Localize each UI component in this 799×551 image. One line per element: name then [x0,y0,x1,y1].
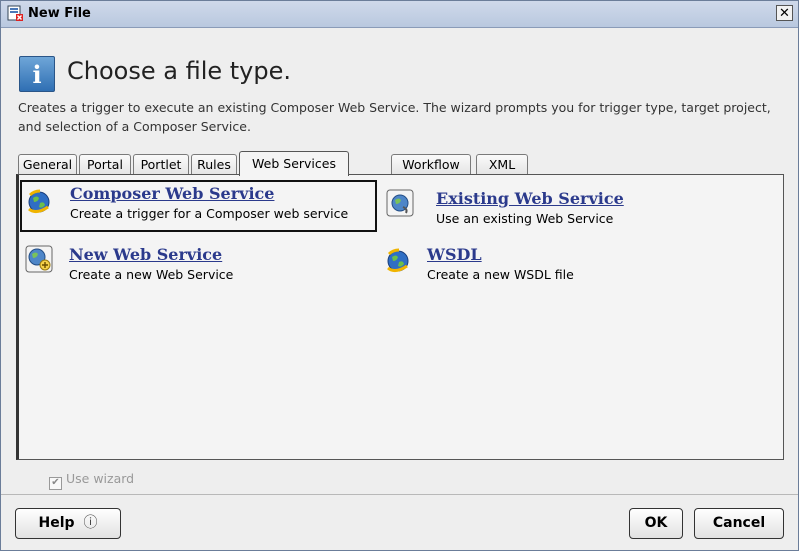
page-title: Choose a file type. [67,57,291,85]
composer-web-service-description: Create a trigger for a Composer web serv… [70,206,349,221]
existing-web-service-description: Use an existing Web Service [436,211,614,226]
new-file-dialog: New File ✕ i Choose a file type. Creates… [0,0,799,551]
use-wizard-label: Use wizard [66,471,135,486]
file-type-wsdl[interactable]: WSDL Create a new WSDL file [385,243,685,287]
wsdl-label: WSDL [427,245,482,264]
tab-general[interactable]: General [18,154,77,175]
tab-web-services[interactable]: Web Services [239,151,349,176]
file-type-new-web-service[interactable]: New Web Service Create a new Web Service [25,243,325,287]
composer-web-service-label: Composer Web Service [70,184,275,203]
title-bar[interactable]: New File ✕ [1,1,798,28]
window-title: New File [28,6,91,21]
wsdl-icon [387,248,409,273]
new-web-service-description: Create a new Web Service [69,267,234,282]
ok-button[interactable]: OK [629,508,683,539]
tab-portal[interactable]: Portal [79,154,131,175]
footer-divider [1,494,798,495]
tab-portlet[interactable]: Portlet [133,154,189,175]
info-icon: i [19,56,55,92]
existing-web-service-icon [386,189,414,217]
tab-workflow[interactable]: Workflow [391,154,471,175]
existing-web-service-label: Existing Web Service [436,189,624,208]
new-web-service-label: New Web Service [69,245,223,264]
new-web-service-icon [25,245,53,273]
tab-rules[interactable]: Rules [191,154,237,175]
close-button[interactable]: ✕ [776,5,793,21]
page-description: Creates a trigger to execute an existing… [18,100,771,134]
close-icon: ✕ [779,6,790,21]
composer-web-service-icon [28,189,50,214]
help-button-label: Help [38,515,75,531]
file-type-list: Composer Web Service Create a trigger fo… [16,174,784,460]
use-wizard-option[interactable]: ✔ Use wizard [49,471,134,490]
file-type-existing-web-service[interactable]: Existing Web Service Use an existing Web… [386,189,686,233]
help-button[interactable]: Help ⓘ [15,508,121,539]
file-type-composer-web-service[interactable]: Composer Web Service Create a trigger fo… [20,180,377,232]
cancel-button[interactable]: Cancel [694,508,784,539]
tab-xml[interactable]: XML [476,154,528,175]
wsdl-description: Create a new WSDL file [427,267,574,282]
use-wizard-checkbox[interactable]: ✔ [49,477,62,490]
new-file-app-icon [7,5,23,21]
help-icon: ⓘ [83,515,98,531]
